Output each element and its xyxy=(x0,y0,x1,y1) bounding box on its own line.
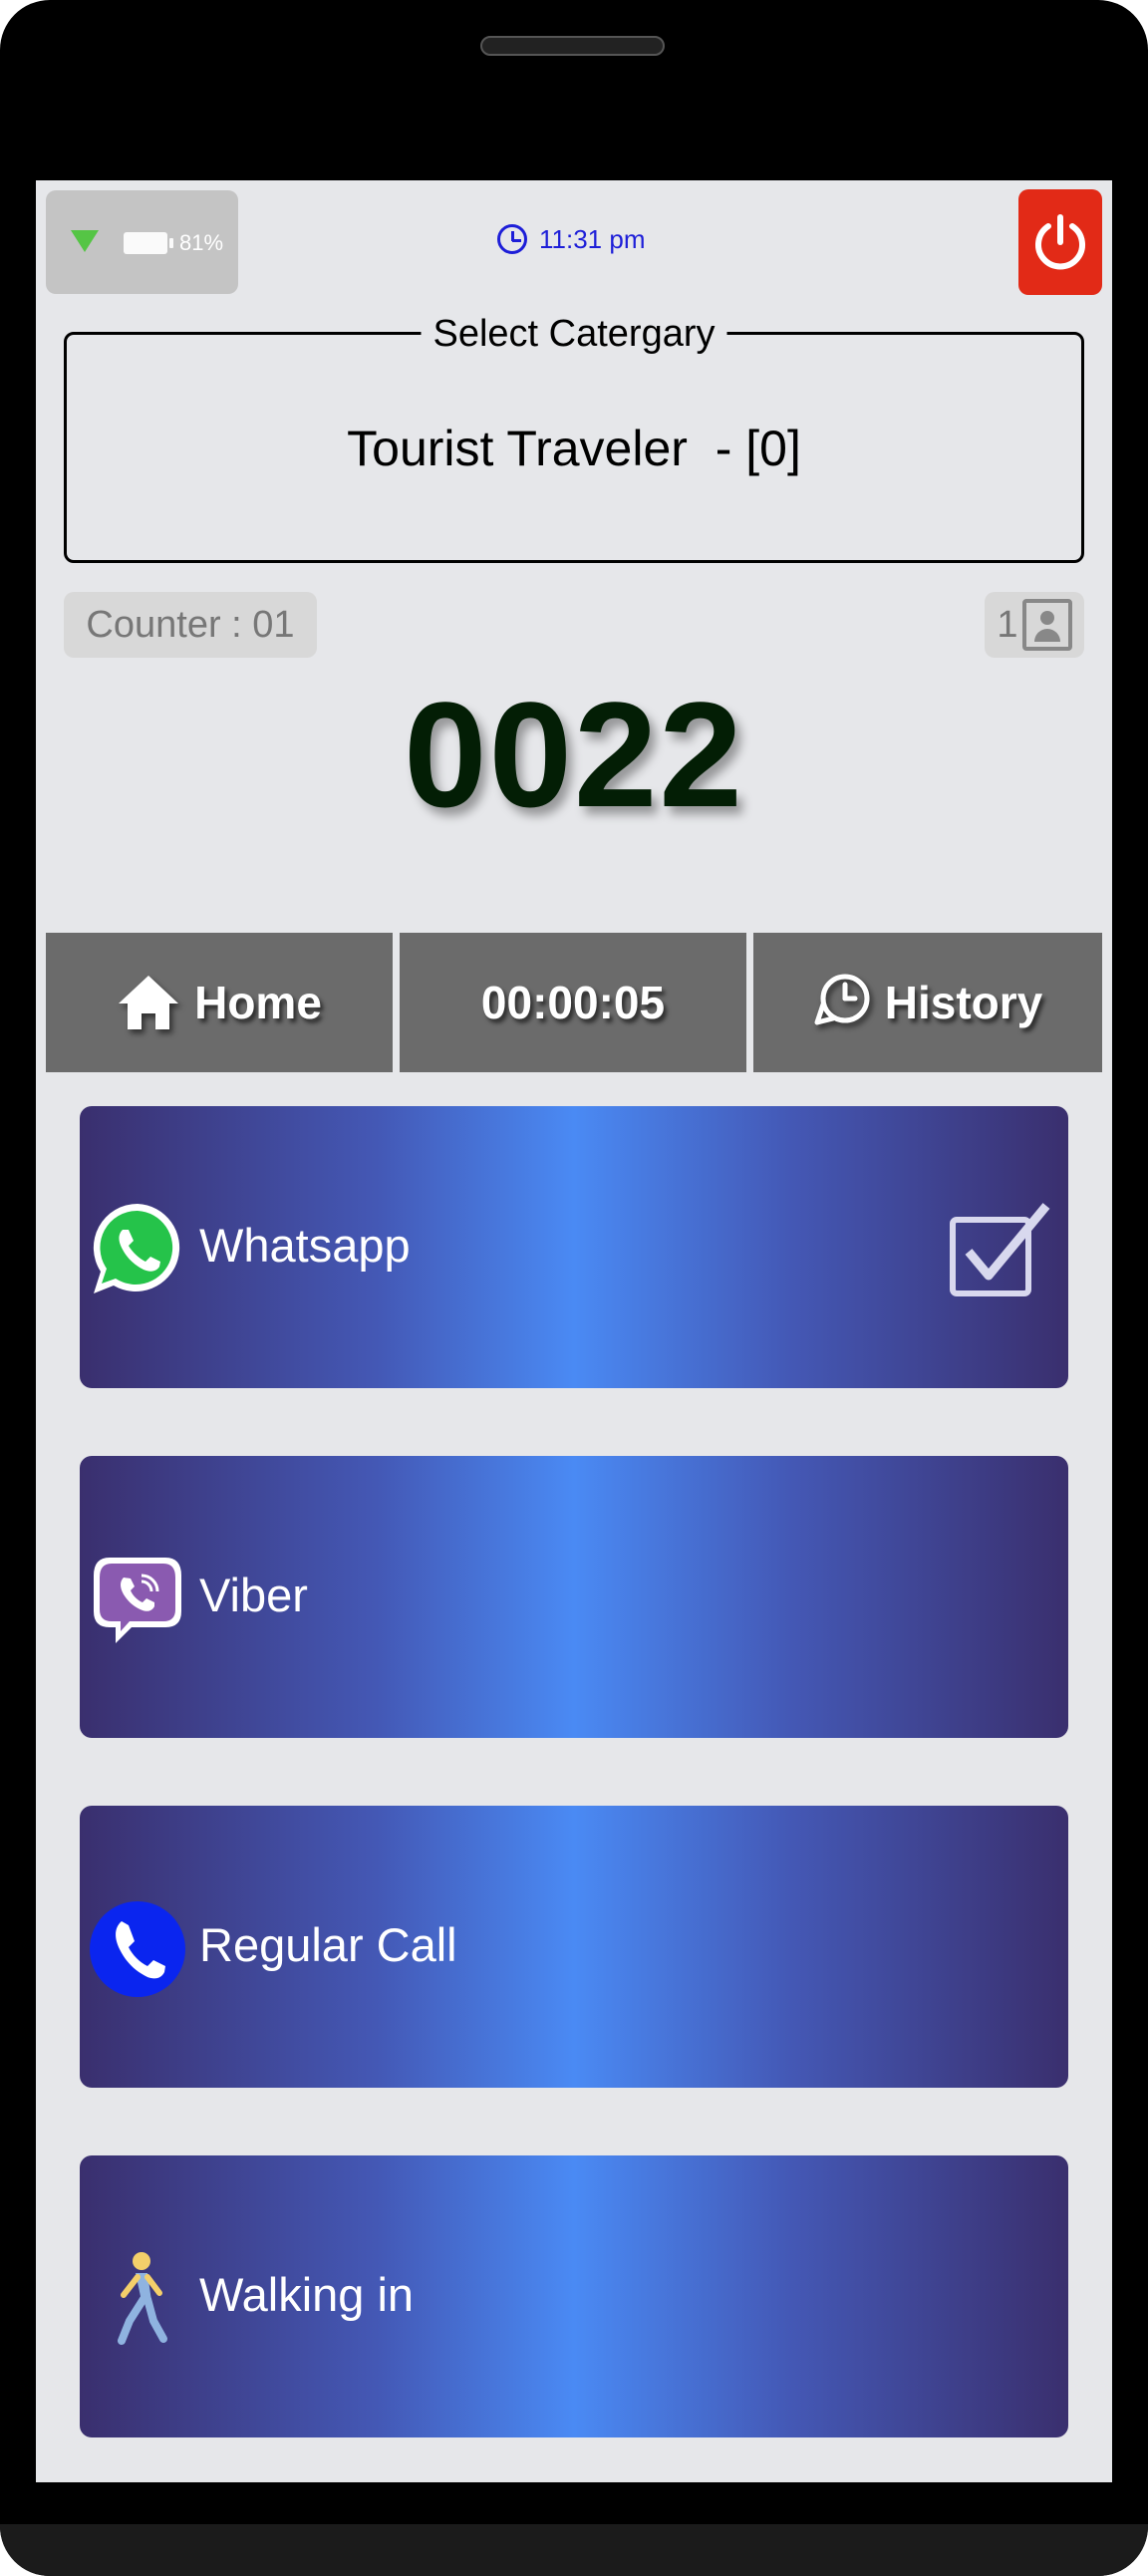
option-regular-call[interactable]: Regular Call xyxy=(80,1806,1068,2088)
option-label: Whatsapp xyxy=(199,1219,411,1272)
option-walking-in[interactable]: Walking in xyxy=(80,2155,1068,2437)
history-icon xyxy=(814,974,870,1025)
contact-count: 1 xyxy=(997,603,1018,646)
category-legend: Select Catergary xyxy=(421,313,727,356)
option-label: Walking in xyxy=(199,2268,415,2321)
category-value: Tourist Traveler - [0] xyxy=(347,421,801,476)
app-screen: 81% 11:31 pm Select Catergary Tourist Tr… xyxy=(36,180,1112,2482)
checkbox-checked-icon[interactable] xyxy=(949,1200,1050,1299)
contact-count-button[interactable]: 1 xyxy=(985,592,1084,658)
tab-bar: Home 00:00:05 History xyxy=(46,933,1102,1072)
option-label: Regular Call xyxy=(199,1918,457,1971)
status-indicator-panel: 81% xyxy=(46,190,238,294)
phone-call-icon xyxy=(90,1901,185,1997)
contact-card-icon xyxy=(1021,599,1072,651)
clock-icon xyxy=(497,224,527,254)
tab-home-label: Home xyxy=(194,977,322,1028)
speaker-grille xyxy=(480,36,665,56)
battery-icon xyxy=(124,232,173,254)
whatsapp-icon xyxy=(93,1203,180,1293)
ticket-number: 0022 xyxy=(404,671,744,838)
tab-history[interactable]: History xyxy=(753,933,1102,1072)
tab-history-label: History xyxy=(884,977,1043,1028)
bottom-bezel xyxy=(0,2524,1148,2576)
timer-value: 00:00:05 xyxy=(480,977,666,1028)
counter-label: Counter : 01 xyxy=(86,603,295,646)
viber-icon xyxy=(94,1558,181,1643)
option-whatsapp[interactable]: Whatsapp xyxy=(80,1106,1068,1388)
current-time: 11:31 pm xyxy=(497,221,645,257)
tab-timer[interactable]: 00:00:05 xyxy=(400,933,746,1072)
home-icon xyxy=(119,976,179,1029)
tab-home[interactable]: Home xyxy=(46,933,393,1072)
power-button[interactable] xyxy=(1018,189,1102,295)
phone-frame: 81% 11:31 pm Select Catergary Tourist Tr… xyxy=(0,0,1148,2576)
power-icon xyxy=(1035,214,1085,270)
wifi-icon xyxy=(71,230,99,252)
option-viber[interactable]: Viber xyxy=(80,1456,1068,1738)
option-label: Viber xyxy=(199,1569,308,1621)
counter-badge: Counter : 01 xyxy=(64,592,317,658)
time-text: 11:31 pm xyxy=(539,223,646,254)
walking-person-icon xyxy=(118,2252,167,2345)
battery-percent: 81% xyxy=(179,230,224,255)
category-selector[interactable]: Select Catergary Tourist Traveler - [0] xyxy=(64,313,1084,563)
